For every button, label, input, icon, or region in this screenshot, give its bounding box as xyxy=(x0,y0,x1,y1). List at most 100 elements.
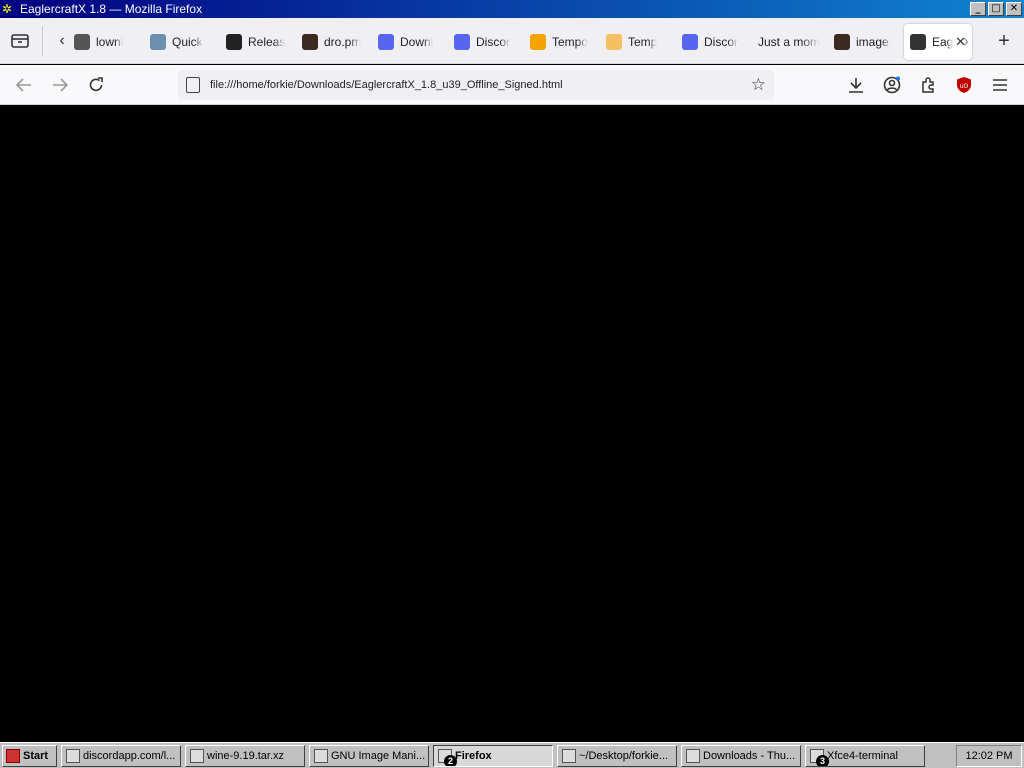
taskbar-item-label: ~/Desktop/forkie... xyxy=(579,749,668,762)
tab-label: Just a mom xyxy=(758,35,821,49)
bookmark-star-icon[interactable]: ☆ xyxy=(751,75,766,95)
image-icon xyxy=(834,34,850,50)
tab[interactable]: Discor xyxy=(448,24,524,60)
taskbar-item[interactable]: GNU Image Mani... xyxy=(309,744,429,767)
mail-open-icon xyxy=(606,34,622,50)
taskbar-item[interactable]: ~/Desktop/forkie... xyxy=(557,744,677,767)
url-text[interactable]: file:///home/forkie/Downloads/Eaglercraf… xyxy=(210,79,563,91)
reload-button[interactable] xyxy=(84,73,108,97)
tab-divider xyxy=(42,26,43,56)
taskbar-item-label: discordapp.com/l... xyxy=(83,749,176,762)
plus-icon: + xyxy=(998,29,1010,52)
scroll-tabs-right-button[interactable]: › xyxy=(954,18,978,64)
tab[interactable]: lownl xyxy=(68,24,144,60)
window-controls: _ □ ✕ xyxy=(970,2,1022,16)
tab[interactable]: Temp xyxy=(600,24,676,60)
hamburger-menu-icon xyxy=(993,79,1007,91)
tab[interactable]: image. xyxy=(828,24,904,60)
forward-button[interactable] xyxy=(48,73,72,97)
eagler-icon xyxy=(910,34,926,50)
chevron-left-icon: ‹ xyxy=(59,32,65,49)
reload-icon xyxy=(89,77,103,92)
page-content-canvas[interactable] xyxy=(0,106,1024,742)
tab[interactable]: Releas xyxy=(220,24,296,60)
arrow-right-icon xyxy=(53,78,68,92)
image-icon xyxy=(302,34,318,50)
discord-icon xyxy=(378,34,394,50)
start-icon xyxy=(6,748,20,763)
discord-icon xyxy=(682,34,698,50)
window-titlebar[interactable]: ✲ EaglercraftX 1.8 — Mozilla Firefox _ □… xyxy=(0,0,1024,18)
tab-label: Eag xyxy=(932,35,954,49)
chevron-right-icon: › xyxy=(963,30,969,51)
taskbar-item[interactable]: discordapp.com/l... xyxy=(61,744,181,767)
window-count-badge: 3 xyxy=(816,754,829,766)
taskbar-app-icon xyxy=(562,748,576,763)
taskbar-item-label: Xfce4-terminal xyxy=(827,749,898,762)
taskbar-item[interactable]: 2 Firefox xyxy=(433,744,553,767)
maximize-button[interactable]: □ xyxy=(988,2,1004,16)
tab-strip: ‹ lownl Quick Releas dro.pm Downl Discor Tempo… xyxy=(0,18,1024,64)
taskbar-app-icon xyxy=(66,748,80,763)
extensions-button[interactable] xyxy=(916,73,940,97)
svg-text:uO: uO xyxy=(960,83,969,90)
tab-label: image. xyxy=(856,35,893,49)
tab-label: Temp xyxy=(628,35,658,49)
start-button[interactable]: Start xyxy=(2,744,57,767)
tab-label: lownl xyxy=(96,35,124,49)
task-list: discordapp.com/l... wine-9.19.tar.xz GNU I… xyxy=(61,744,929,767)
tab-label: dro.pm xyxy=(324,35,362,49)
download-icon xyxy=(849,78,863,93)
tab-label: Downl xyxy=(400,35,434,49)
minimize-button[interactable]: _ xyxy=(970,2,986,16)
address-bar[interactable]: file:///home/forkie/Downloads/Eaglercraf… xyxy=(178,70,774,100)
account-button[interactable] xyxy=(880,73,904,97)
taskbar-item[interactable]: 3 Xfce4-terminal xyxy=(805,744,925,767)
disk-icon xyxy=(150,34,166,50)
arrow-left-icon xyxy=(16,78,31,92)
clock-time: 12:02 PM xyxy=(965,750,1013,762)
tab[interactable]: Just a mom xyxy=(752,24,828,60)
github-icon xyxy=(226,34,242,50)
downloads-button[interactable] xyxy=(844,73,868,97)
taskbar-item[interactable]: wine-9.19.tar.xz xyxy=(185,744,305,767)
taskbar-item-label: Firefox xyxy=(455,749,492,762)
tab-label: Quick xyxy=(172,35,203,49)
tab-label: Discor xyxy=(476,35,511,49)
new-tab-button[interactable]: + xyxy=(990,18,1018,64)
taskbar-app-icon xyxy=(190,748,204,763)
window-count-badge: 2 xyxy=(444,754,457,766)
tab[interactable]: Tempo xyxy=(524,24,600,60)
tab-label: Discor xyxy=(704,35,739,49)
system-clock[interactable]: 12:02 PM xyxy=(956,745,1022,767)
firefox-view-icon xyxy=(11,34,29,48)
ublock-shield-icon: uO xyxy=(957,77,971,93)
taskbar-item[interactable]: Downloads - Thu... xyxy=(681,744,801,767)
taskbar-app-icon xyxy=(686,748,700,763)
mail-icon xyxy=(530,34,546,50)
close-button[interactable]: ✕ xyxy=(1006,2,1022,16)
tab-list: lownl Quick Releas dro.pm Downl Discor Tempo Te… xyxy=(68,24,972,60)
app-menu-button[interactable] xyxy=(988,73,1012,97)
tab[interactable]: Quick xyxy=(144,24,220,60)
tab[interactable]: Downl xyxy=(372,24,448,60)
firefox-view-button[interactable] xyxy=(6,18,34,64)
taskbar-item-label: GNU Image Mani... xyxy=(331,749,426,762)
window-title: EaglercraftX 1.8 — Mozilla Firefox xyxy=(20,2,203,16)
discord-icon xyxy=(454,34,470,50)
arrow-icon xyxy=(74,34,90,50)
account-icon xyxy=(883,76,901,94)
ublock-origin-button[interactable]: uO xyxy=(952,73,976,97)
start-label: Start xyxy=(23,749,49,762)
navigation-toolbar: file:///home/forkie/Downloads/Eaglercraf… xyxy=(0,65,1024,105)
tab[interactable]: dro.pm xyxy=(296,24,372,60)
tab-label: Tempo xyxy=(552,35,589,49)
tab[interactable]: Discor xyxy=(676,24,752,60)
page-icon xyxy=(186,77,200,93)
taskbar-item-label: Downloads - Thu... xyxy=(703,749,796,762)
taskbar-item-label: wine-9.19.tar.xz xyxy=(207,749,285,762)
taskbar: Start discordapp.com/l... wine-9.19.tar.x… xyxy=(0,742,1024,768)
tab-label: Releas xyxy=(248,35,286,49)
back-button[interactable] xyxy=(12,73,36,97)
puzzle-icon xyxy=(922,77,934,93)
